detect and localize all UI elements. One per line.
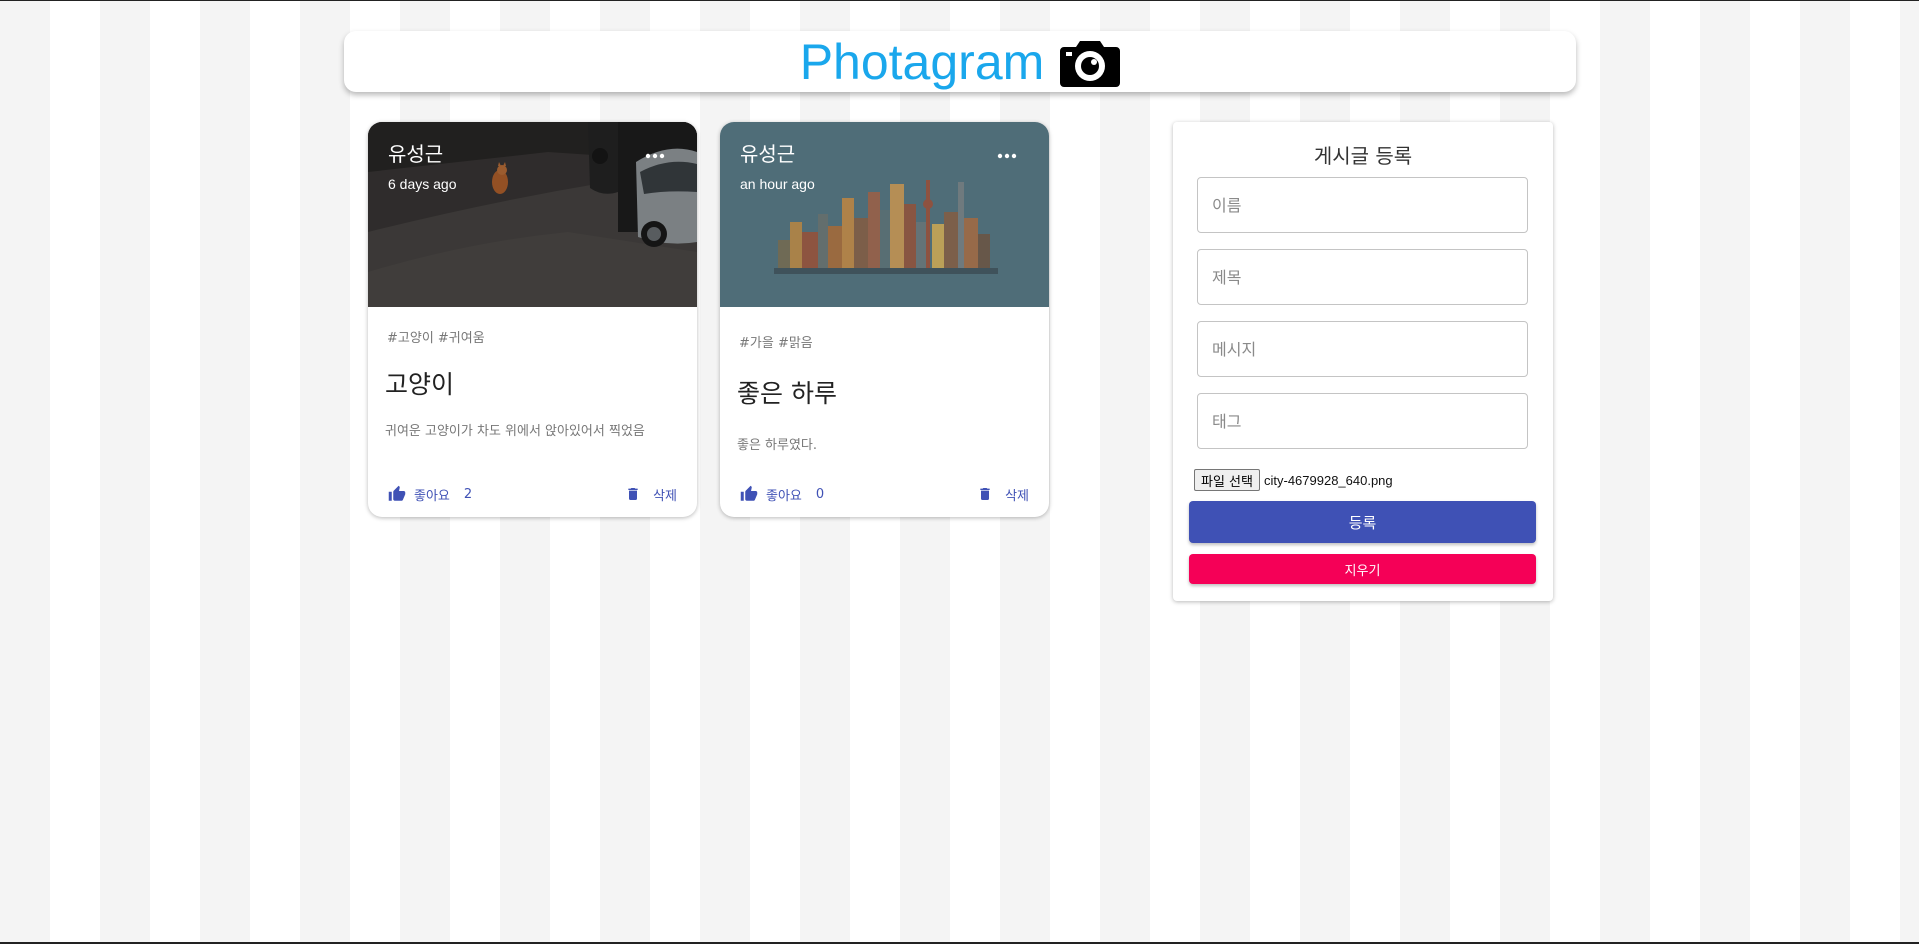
post-author: 유성근	[388, 142, 444, 166]
post-card: 유성근 an hour ago #가을 #맑음 좋은 하루 좋은 하루였다. 좋…	[720, 122, 1049, 517]
post-time: an hour ago	[740, 176, 815, 192]
trash-icon	[628, 488, 638, 500]
post-image: 유성근 6 days ago	[368, 122, 697, 307]
post-tags: #고양이 #귀여움	[387, 331, 485, 346]
file-name: city-4679928_640.png	[1263, 472, 1393, 488]
like-button[interactable]: 좋아요 2	[388, 480, 472, 508]
message-input[interactable]	[1197, 321, 1528, 377]
like-label: 좋아요	[414, 488, 450, 504]
post-tags: #가을 #맑음	[739, 336, 813, 351]
app-header: Photagram	[344, 31, 1576, 92]
post-title: 고양이	[385, 370, 455, 399]
post-time: 6 days ago	[388, 176, 457, 192]
delete-label: 삭제	[653, 488, 677, 504]
delete-label: 삭제	[1005, 488, 1029, 504]
submit-button[interactable]: 등록	[1189, 501, 1536, 543]
name-input[interactable]	[1197, 177, 1528, 233]
more-options-icon[interactable]	[643, 148, 667, 164]
camera-icon	[1060, 40, 1121, 87]
post-author: 유성근	[740, 142, 796, 166]
thumb-up-icon	[740, 485, 758, 501]
title-input[interactable]	[1197, 249, 1528, 305]
like-label: 좋아요	[766, 488, 802, 504]
like-button[interactable]: 좋아요 0	[740, 480, 824, 508]
post-image: 유성근 an hour ago	[720, 122, 1049, 307]
delete-button[interactable]: 삭제	[625, 480, 677, 508]
form-title: 게시글 등록	[1313, 144, 1413, 168]
post-message: 귀여운 고양이가 차도 위에서 앉아있어서 찍었음	[385, 424, 645, 439]
file-select-button[interactable]: 파일 선택	[1194, 469, 1260, 491]
trash-icon	[980, 488, 990, 500]
more-options-icon[interactable]	[995, 148, 1019, 164]
like-count: 2	[463, 486, 473, 502]
post-actions: 좋아요 2 삭제	[368, 480, 697, 510]
post-title: 좋은 하루	[737, 379, 837, 408]
post-card: 유성근 6 days ago #고양이 #귀여움 고양이 귀여운 고양이가 차도…	[368, 122, 697, 517]
like-count: 0	[815, 486, 825, 502]
delete-button[interactable]: 삭제	[977, 480, 1029, 508]
clear-button[interactable]: 지우기	[1189, 554, 1536, 584]
app-title: Photagram	[799, 33, 1045, 90]
post-message: 좋은 하루였다.	[737, 438, 818, 453]
tags-input[interactable]	[1197, 393, 1528, 449]
file-picker: 파일 선택 city-4679928_640.png	[1194, 469, 1393, 491]
post-form: 게시글 등록 파일 선택 city-4679928_640.png 등록 지우기	[1173, 122, 1553, 601]
thumb-up-icon	[388, 485, 406, 501]
post-actions: 좋아요 0 삭제	[720, 480, 1049, 510]
